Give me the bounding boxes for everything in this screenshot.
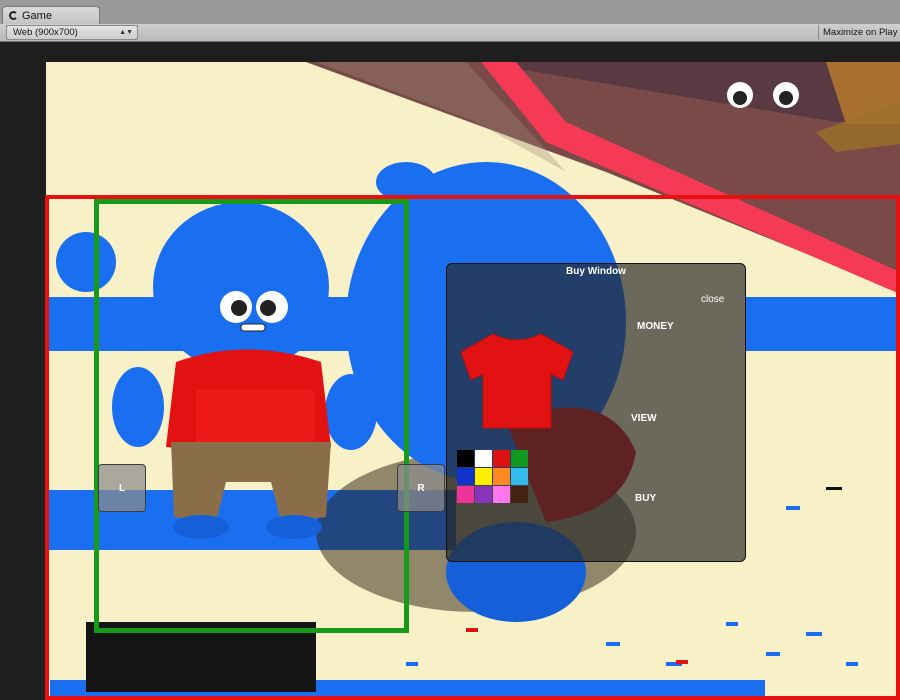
color-swatch-blue[interactable] <box>457 468 474 485</box>
character-arm-right <box>325 374 377 450</box>
color-swatch-cyan[interactable] <box>511 468 528 485</box>
color-palette <box>457 450 528 503</box>
view-button[interactable]: VIEW <box>631 413 657 424</box>
buy-window: Buy Window close MONEY VIEW BUY <box>446 263 746 562</box>
color-swatch-white[interactable] <box>475 450 492 467</box>
buy-window-title: Buy Window <box>566 266 626 277</box>
character-ear-left <box>158 292 186 316</box>
color-swatch-light-pink[interactable] <box>493 486 510 503</box>
glitch-block <box>86 622 316 692</box>
buy-button[interactable]: BUY <box>635 493 656 504</box>
character-mouth <box>240 323 266 332</box>
tab-game-label: Game <box>22 9 52 22</box>
shirt-pocket <box>196 390 314 442</box>
dropdown-arrows-icon: ▲▼ <box>119 29 133 36</box>
aspect-dropdown[interactable]: Web (900x700) ▲▼ <box>6 25 138 40</box>
tab-game[interactable]: Game <box>2 6 100 24</box>
character-foot-right <box>266 515 322 539</box>
tshirt-item-icon[interactable] <box>455 330 579 430</box>
maximize-on-play-toggle[interactable]: Maximize on Play <box>818 25 900 40</box>
character-ear-right <box>294 292 322 316</box>
character-pupil-left <box>231 300 247 316</box>
editor-header: Game Web (900x700) ▲▼ Maximize on Play <box>0 0 900 42</box>
character-arm-left <box>112 367 164 447</box>
color-swatch-brown[interactable] <box>511 486 528 503</box>
aspect-dropdown-label: Web (900x700) <box>13 27 78 38</box>
rotate-right-button[interactable]: R <box>397 464 445 512</box>
close-button[interactable]: close <box>701 294 724 305</box>
character-pupil-right <box>260 300 276 316</box>
color-swatch-purple[interactable] <box>475 486 492 503</box>
character-head <box>153 202 329 372</box>
color-swatch-yellow[interactable] <box>475 468 492 485</box>
unity-icon <box>9 11 18 20</box>
character-foot-left <box>173 515 229 539</box>
color-swatch-black[interactable] <box>457 450 474 467</box>
tab-strip: Game <box>0 0 900 25</box>
color-swatch-red[interactable] <box>493 450 510 467</box>
background-character-ear <box>376 162 436 202</box>
money-label: MONEY <box>637 321 674 332</box>
color-swatch-green[interactable] <box>511 450 528 467</box>
floor-stripe <box>746 297 900 351</box>
color-swatch-orange[interactable] <box>493 468 510 485</box>
color-swatch-pink[interactable] <box>457 486 474 503</box>
player-character <box>112 202 377 539</box>
rotate-left-button[interactable]: L <box>98 464 146 512</box>
peeking-eyes-icon <box>727 82 799 108</box>
game-toolbar: Web (900x700) ▲▼ Maximize on Play <box>0 24 900 42</box>
side-character-arm <box>56 232 116 292</box>
